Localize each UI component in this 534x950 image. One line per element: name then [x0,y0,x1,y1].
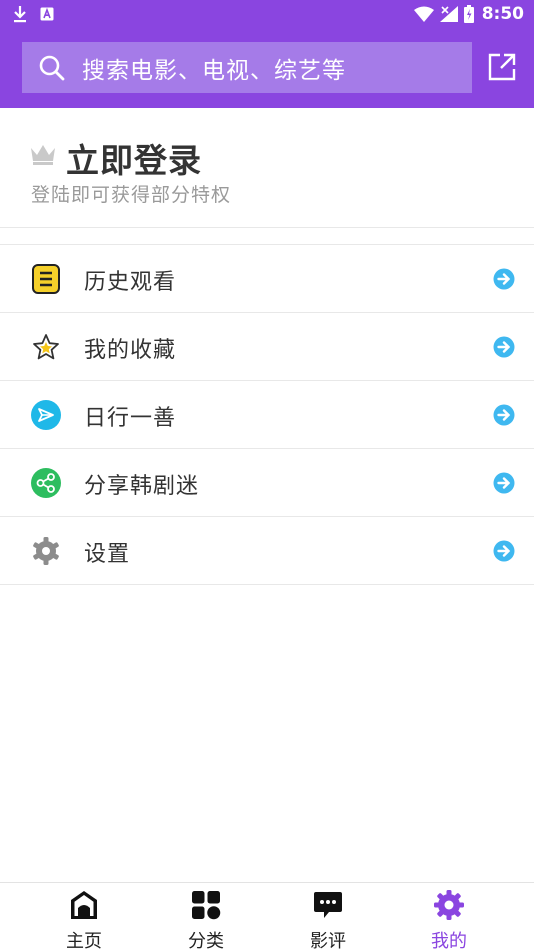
status-bar: 8:50 [0,0,534,28]
nav-category[interactable]: 分类 [156,883,256,950]
menu-label: 日行一善 [84,406,177,431]
download-icon [14,6,26,23]
comment-icon [314,892,342,918]
menu-label: 我的收藏 [84,338,177,363]
category-icon [192,891,221,920]
arrow-right-icon [493,404,515,426]
menu-item-settings[interactable]: 设置 [0,517,534,585]
status-time: 8:50 [481,4,524,24]
menu-item-favorites[interactable]: 我的收藏 [0,313,534,381]
menu-item-history[interactable]: 历史观看 [0,245,534,313]
arrow-right-icon [493,540,515,562]
menu-label: 设置 [84,542,131,567]
menu-item-good-deed[interactable]: 日行一善 [0,381,534,449]
signal-icon [439,6,458,22]
wifi-icon [413,6,434,22]
nav-label: 主页 [66,931,102,950]
nav-label: 我的 [431,931,467,950]
share-icon [31,468,61,498]
login-section[interactable]: 立即登录 登陆即可获得部分特权 [0,108,534,228]
login-subtitle: 登陆即可获得部分特权 [31,184,232,206]
keyboard-a-icon [40,7,54,21]
star-icon [33,334,59,360]
arrow-right-icon [493,472,515,494]
search-placeholder: 搜索电影、电视、综艺等 [82,57,346,84]
nav-mine[interactable]: 我的 [399,883,499,950]
nav-label: 影评 [310,931,346,950]
arrow-right-icon [493,336,515,358]
menu-label: 分享韩剧迷 [84,474,200,499]
history-icon [32,264,60,294]
menu-list: 历史观看 我的收藏 日行一善 分享韩剧迷 设置 [0,244,534,585]
arrow-right-icon [493,268,515,290]
home-icon [71,891,97,919]
app-header: 8:50 搜索电影、电视、综艺等 [0,0,534,108]
battery-icon [463,5,474,23]
menu-label: 历史观看 [84,270,177,295]
crown-icon [31,145,55,165]
gear-icon [434,890,464,920]
search-input[interactable]: 搜索电影、电视、综艺等 [22,42,472,93]
paper-plane-icon [31,400,61,430]
menu-item-share-app[interactable]: 分享韩剧迷 [0,449,534,517]
nav-home[interactable]: 主页 [34,883,134,950]
external-share-icon[interactable] [487,52,517,82]
bottom-nav: 主页 分类 影评 我的 [0,882,534,950]
profile-page: 8:50 搜索电影、电视、综艺等 立即登录 登陆即可获得部分特权 历史观看 我的… [0,0,534,950]
search-icon [39,55,65,80]
login-title[interactable]: 立即登录 [66,134,202,182]
gear-icon [33,537,59,565]
nav-label: 分类 [188,931,224,950]
nav-reviews[interactable]: 影评 [278,883,378,950]
